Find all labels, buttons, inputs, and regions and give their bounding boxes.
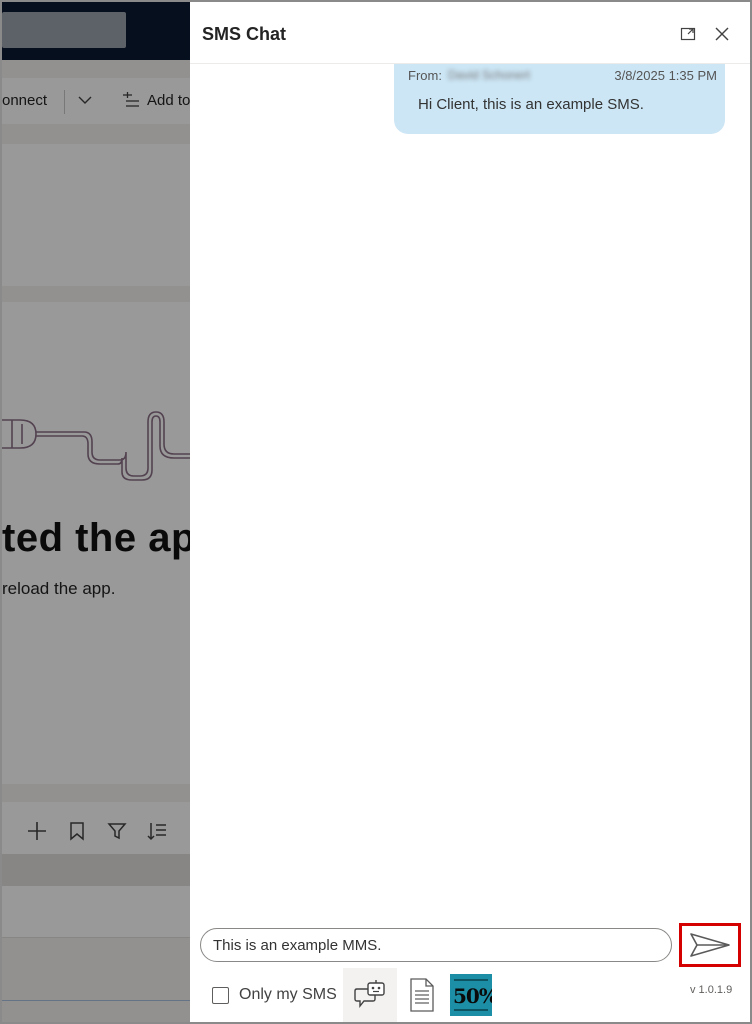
message-timestamp: 3/8/2025 1:35 PM bbox=[614, 68, 717, 83]
expand-icon bbox=[680, 27, 696, 41]
close-icon bbox=[715, 27, 729, 41]
checkbox-box[interactable] bbox=[212, 986, 229, 1004]
only-my-sms-checkbox[interactable]: Only my SMS bbox=[212, 986, 337, 1004]
thumbnail-line bbox=[454, 979, 488, 981]
send-icon bbox=[690, 933, 730, 957]
message-input[interactable] bbox=[200, 928, 672, 962]
message-text: Hi Client, this is an example SMS. bbox=[418, 96, 644, 113]
window-frame: onnect Add to ted the ap reload the app. bbox=[0, 0, 752, 1024]
thumbnail-line bbox=[454, 1009, 488, 1011]
modal-overlay[interactable] bbox=[2, 2, 190, 1022]
panel-title: SMS Chat bbox=[202, 24, 287, 44]
document-icon bbox=[410, 978, 434, 1012]
close-button[interactable] bbox=[710, 22, 734, 46]
only-my-sms-label: Only my SMS bbox=[239, 986, 337, 1003]
message-bubble: From: David Schonert 3/8/2025 1:35 PM Hi… bbox=[394, 64, 725, 134]
version-label: v 1.0.1.9 bbox=[690, 984, 733, 996]
bot-chat-button[interactable] bbox=[343, 968, 397, 1022]
bot-chat-icon bbox=[354, 980, 385, 1008]
message-list[interactable]: From: David Schonert 3/8/2025 1:35 PM Hi… bbox=[190, 64, 750, 920]
message-sender-name: David Schonert bbox=[448, 68, 531, 82]
document-button[interactable] bbox=[402, 968, 442, 1022]
panel-header: SMS Chat bbox=[190, 2, 750, 64]
background-app: onnect Add to ted the ap reload the app. bbox=[2, 2, 190, 1022]
send-button[interactable] bbox=[679, 923, 741, 967]
image-thumbnail[interactable]: 50% bbox=[450, 974, 492, 1016]
thumbnail-text: 50% bbox=[453, 984, 492, 1008]
message-from-label: From: bbox=[408, 68, 442, 83]
expand-button[interactable] bbox=[676, 22, 700, 46]
sms-chat-panel: SMS Chat From: David Schonert 3/8/2025 1… bbox=[190, 2, 750, 1022]
